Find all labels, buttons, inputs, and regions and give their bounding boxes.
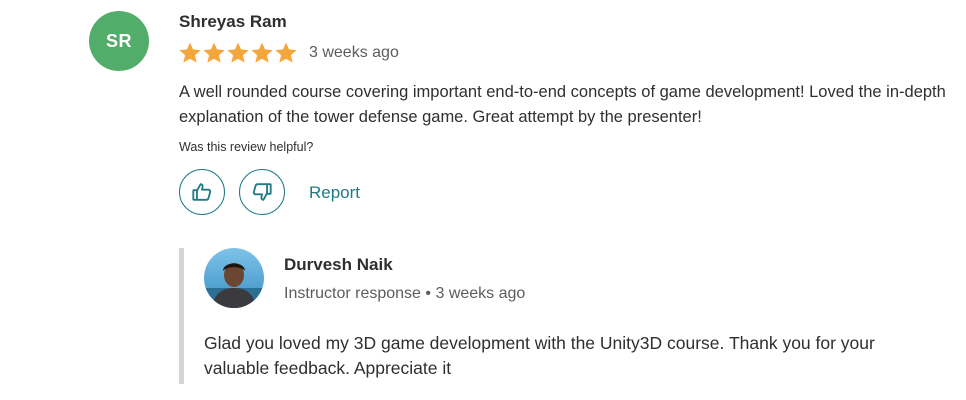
- instructor-avatar: [204, 248, 264, 308]
- response-text: Glad you loved my 3D game development wi…: [204, 333, 875, 378]
- instructor-name: Durvesh Naik: [284, 255, 393, 274]
- thumbs-down-icon: [251, 181, 273, 203]
- star-icon: [227, 42, 249, 64]
- rating-row: 3 weeks ago: [179, 42, 399, 64]
- review-text: A well rounded course covering important…: [179, 83, 946, 126]
- star-icon: [275, 42, 297, 64]
- report-link[interactable]: Report: [309, 183, 360, 203]
- instructor-role: Instructor response: [284, 285, 421, 302]
- instructor-meta: Instructor response • 3 weeks ago: [284, 285, 525, 303]
- star-icon: [251, 42, 273, 64]
- thumbs-up-icon: [191, 181, 213, 203]
- avatar-initials: SR: [105, 30, 132, 51]
- review-time: 3 weeks ago: [309, 44, 399, 61]
- instructor-response: Durvesh Naik Instructor response • 3 wee…: [179, 248, 966, 384]
- thumbs-down-button[interactable]: [239, 169, 285, 215]
- response-time: 3 weeks ago: [435, 285, 526, 302]
- reviewer-name: Shreyas Ram: [179, 12, 287, 31]
- helpful-question: Was this review helpful?: [179, 140, 314, 154]
- meta-separator: •: [425, 285, 432, 302]
- star-icon: [203, 42, 225, 64]
- star-rating: [179, 42, 299, 64]
- reviewer-avatar: SR: [89, 11, 149, 71]
- star-icon: [179, 42, 201, 64]
- thumbs-up-button[interactable]: [179, 169, 225, 215]
